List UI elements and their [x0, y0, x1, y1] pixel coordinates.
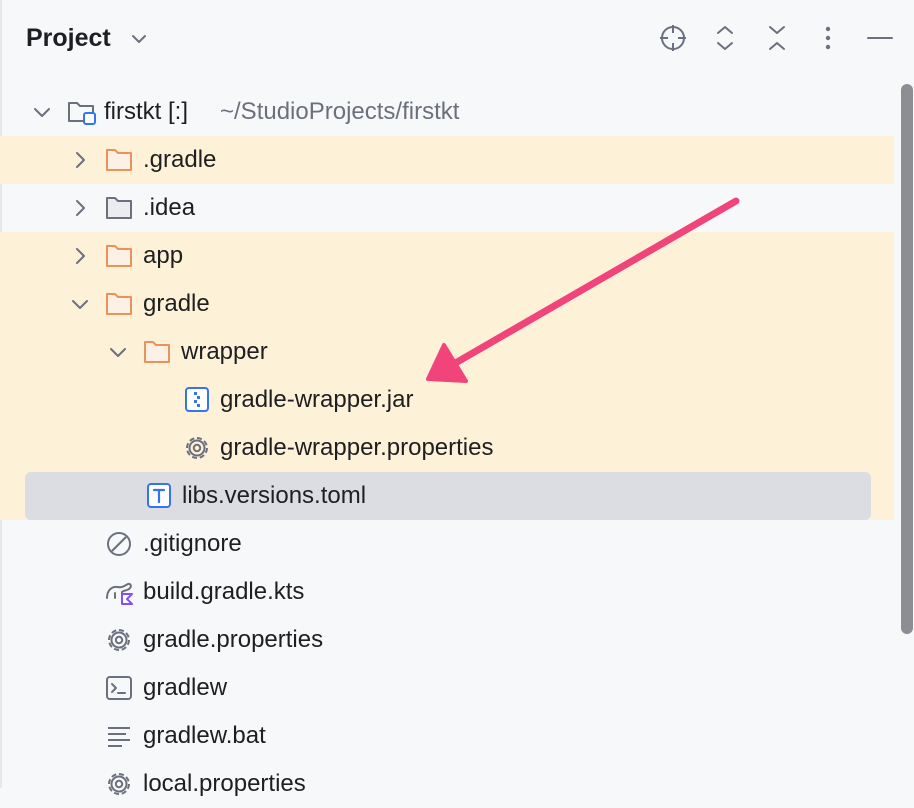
- tree-row-wrapper[interactable]: wrapper: [0, 328, 894, 376]
- tree-row-gradle-properties[interactable]: gradle.properties: [0, 616, 894, 664]
- tree-row-gitignore[interactable]: .gitignore: [0, 520, 894, 568]
- chevron-right-icon[interactable]: [68, 148, 92, 172]
- tree-item-label: gradle: [143, 290, 210, 317]
- chevron-down-icon[interactable]: [128, 28, 150, 50]
- hide-panel-button[interactable]: [864, 22, 896, 54]
- tree-item-label: libs.versions.toml: [182, 482, 367, 509]
- panel-title[interactable]: Project: [26, 22, 111, 54]
- root-name: firstkt [:]: [104, 98, 188, 125]
- tree-item-label: build.gradle.kts: [143, 578, 305, 605]
- jar-archive-icon: [185, 387, 209, 412]
- expand-all-icon: [717, 26, 733, 50]
- tree-row-idea[interactable]: .idea: [0, 184, 894, 232]
- tree-item-label: wrapper: [181, 338, 268, 365]
- more-vertical-icon: [825, 26, 831, 50]
- chevron-down-icon[interactable]: [30, 100, 54, 124]
- tree-row-gradlew[interactable]: gradlew: [0, 664, 894, 712]
- root-path: ~/StudioProjects/firstkt: [220, 98, 460, 125]
- collapse-all-icon: [769, 26, 785, 50]
- project-tree: firstkt [:] ~/StudioProjects/firstkt .gr…: [0, 88, 914, 797]
- chevron-right-icon[interactable]: [68, 196, 92, 220]
- tree-item-label: local.properties: [143, 770, 306, 797]
- tree-item-label: .idea: [143, 194, 196, 221]
- tree-item-label: gradlew.bat: [143, 722, 266, 749]
- module-folder-icon: [68, 102, 96, 125]
- tree-row-app[interactable]: app: [0, 232, 894, 280]
- folder-gray-icon: [106, 197, 132, 219]
- terminal-icon: [106, 676, 132, 700]
- toml-text-icon: [147, 483, 171, 508]
- tree-row-gradle[interactable]: gradle: [0, 280, 894, 328]
- vertical-scrollbar[interactable]: [901, 84, 913, 634]
- tree-item-label: gradlew: [143, 674, 228, 701]
- chevron-right-icon[interactable]: [68, 244, 92, 268]
- tree-row-root[interactable]: firstkt [:] ~/StudioProjects/firstkt: [0, 88, 894, 136]
- expand-all-button[interactable]: [709, 22, 741, 54]
- tree-item-label: .gitignore: [143, 530, 242, 557]
- tree-item-label: app: [143, 242, 184, 269]
- gear-icon: [186, 437, 208, 459]
- text-lines-icon: [108, 727, 130, 747]
- folder-orange-icon: [144, 341, 170, 363]
- tree-item-label: gradle-wrapper.properties: [220, 434, 494, 461]
- chevron-down-icon[interactable]: [68, 292, 92, 316]
- tree-row-local-properties[interactable]: local.properties: [0, 760, 894, 808]
- options-button[interactable]: [812, 22, 844, 54]
- folder-orange-icon: [106, 245, 132, 267]
- ignore-icon: [107, 532, 131, 556]
- tree-row-build-gradle-kts[interactable]: build.gradle.kts: [0, 568, 894, 616]
- tree-row-gradle-wrapper-properties[interactable]: gradle-wrapper.properties: [0, 424, 894, 472]
- tree-row-dot-gradle[interactable]: .gradle: [0, 136, 894, 184]
- chevron-down-icon[interactable]: [106, 340, 130, 364]
- tree-row-gradle-wrapper-jar[interactable]: gradle-wrapper.jar: [0, 376, 894, 424]
- locate-file-button[interactable]: [657, 22, 689, 54]
- gear-icon: [108, 629, 130, 651]
- tree-row-libs-versions-toml[interactable]: libs.versions.toml: [0, 472, 894, 520]
- gear-icon: [108, 773, 130, 795]
- tree-item-label: gradle.properties: [143, 626, 324, 653]
- gradle-kotlin-icon: [106, 582, 133, 605]
- panel-header: Project: [0, 0, 914, 76]
- tree-item-label: .gradle: [143, 146, 217, 173]
- minimize-icon: [867, 37, 893, 39]
- folder-orange-icon: [106, 149, 132, 171]
- folder-orange-icon: [106, 293, 132, 315]
- tree-item-label: gradle-wrapper.jar: [220, 386, 414, 413]
- tree-row-gradlew-bat[interactable]: gradlew.bat: [0, 712, 894, 760]
- crosshair-icon: [660, 25, 686, 51]
- collapse-all-button[interactable]: [761, 22, 793, 54]
- project-tool-window: Project firstkt [:] ~/StudioProjects/fir…: [0, 0, 914, 797]
